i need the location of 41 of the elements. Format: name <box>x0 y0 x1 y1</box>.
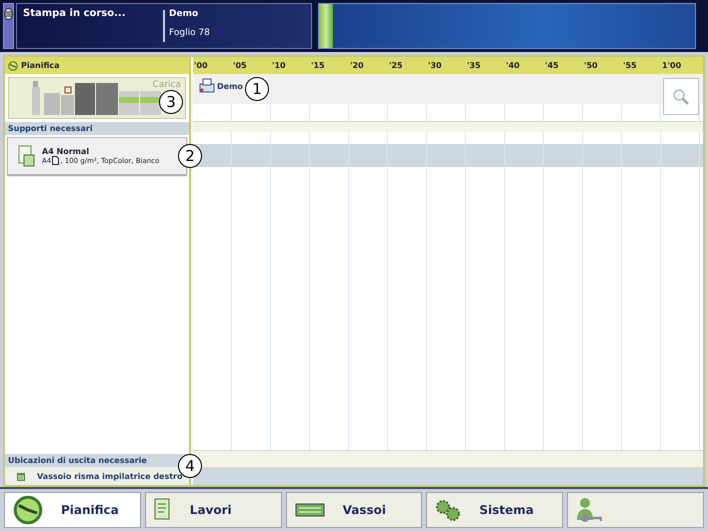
printer-status-icon <box>4 8 13 20</box>
gears-icon <box>435 499 462 521</box>
nav-tab[interactable] <box>567 492 704 528</box>
clock-icon <box>8 60 18 70</box>
load-label: Carica <box>152 80 181 90</box>
time-tick: '40 <box>505 60 521 70</box>
nav-tab[interactable]: Pianifica <box>4 492 141 528</box>
time-tick: 1'00 <box>661 60 682 70</box>
time-tick: '35 <box>466 60 482 70</box>
search-icon <box>672 88 690 106</box>
zoom-button[interactable] <box>663 78 699 115</box>
tray-icon <box>294 503 325 517</box>
job-label: Demo <box>217 82 243 91</box>
time-tick: '50 <box>583 60 599 70</box>
user-key-icon <box>576 496 602 524</box>
print-status: Stampa in corso... <box>23 8 127 21</box>
media-section-header: Supporti necessari <box>5 122 189 135</box>
progress-fill <box>319 4 333 48</box>
clock-icon <box>13 495 43 525</box>
time-tick: '30 <box>427 60 443 70</box>
page-icon <box>52 156 60 165</box>
time-tick: '15 <box>310 60 326 70</box>
output-tray-row[interactable]: Vassoio risma impilatrice destro <box>5 467 189 485</box>
job-name: Demo <box>169 9 200 19</box>
nav-tab[interactable]: Sistema <box>426 492 564 528</box>
schedule-title: Pianifica <box>21 61 60 70</box>
media-name: A4 Normal <box>42 147 90 156</box>
paper-stack-icon <box>18 145 36 167</box>
time-tick: '55 <box>622 60 638 70</box>
tray-icon <box>17 472 25 480</box>
time-tick: '20 <box>349 60 365 70</box>
time-tick: '25 <box>388 60 404 70</box>
sheet-count: Foglio 78 <box>169 28 210 38</box>
nav-tab[interactable]: Lavori <box>144 492 282 528</box>
document-icon <box>154 498 172 522</box>
time-tick: '45 <box>544 60 560 70</box>
printer-icon <box>199 78 215 94</box>
time-tick: '10 <box>271 60 287 70</box>
time-tick: '05 <box>232 60 248 70</box>
time-tick: '00 <box>193 60 209 70</box>
nav-tab[interactable]: Vassoi <box>286 492 422 528</box>
